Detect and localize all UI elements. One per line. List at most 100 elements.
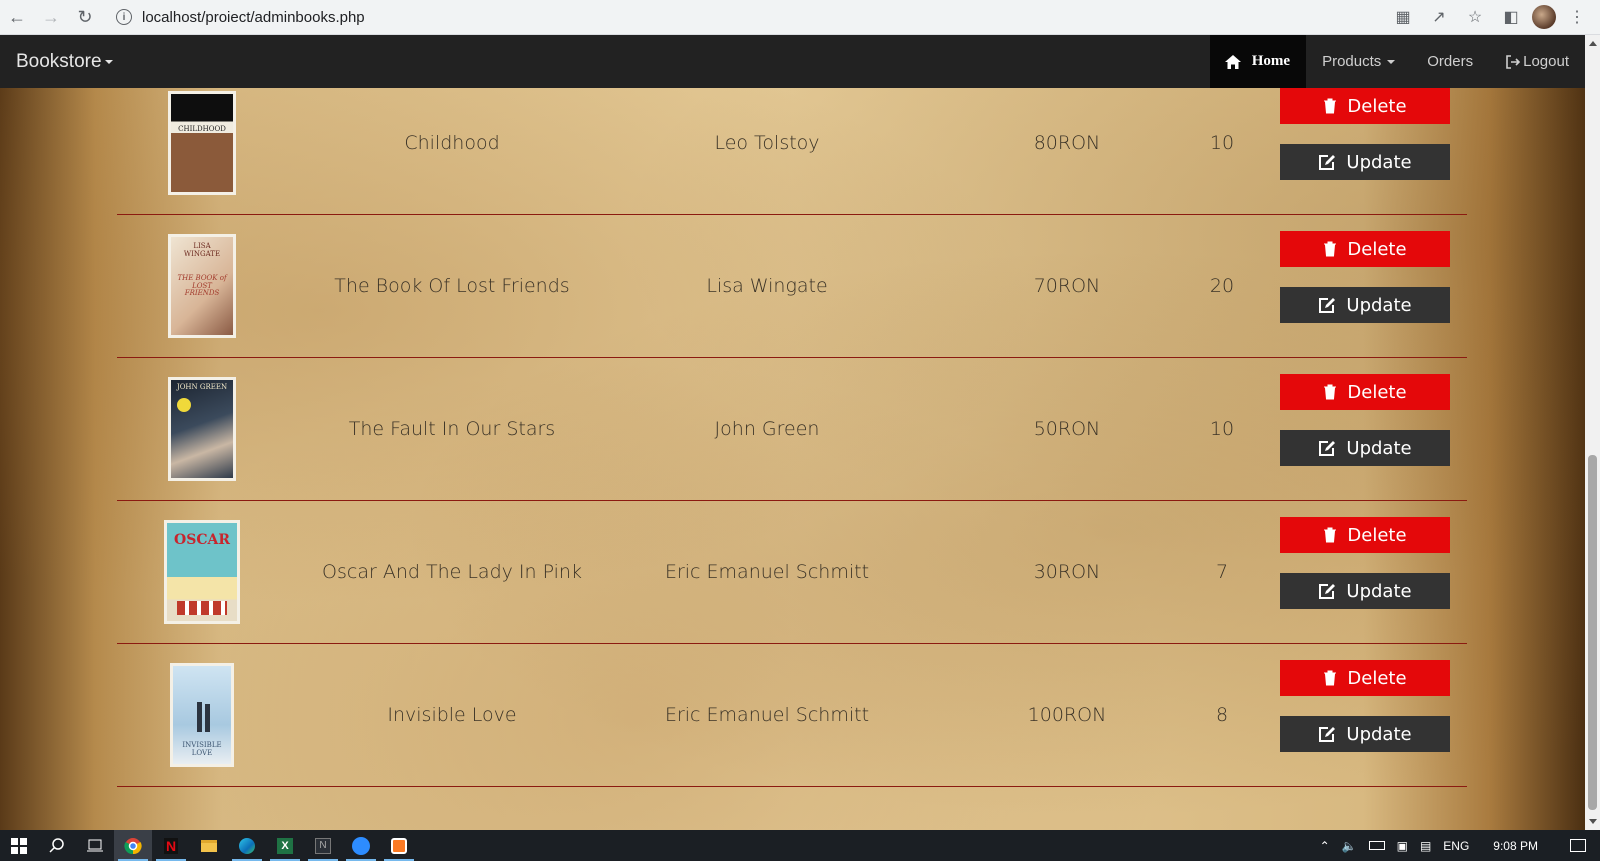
book-author: Leo Tolstoy — [714, 132, 820, 154]
cover-text: CHILDHOOD — [178, 125, 226, 133]
update-button[interactable]: Update — [1280, 287, 1450, 323]
system-tray: ⌃ 🔈 ▣ ▤ ENG 9:08 PM — [1320, 839, 1600, 853]
edge-icon[interactable] — [228, 830, 266, 861]
scroll-down-icon[interactable] — [1589, 819, 1597, 824]
book-title: The Book Of Lost Friends — [334, 275, 570, 297]
forward-icon[interactable]: → — [34, 2, 68, 32]
share-icon[interactable]: ↗ — [1424, 2, 1454, 32]
chevron-up-icon[interactable]: ⌃ — [1320, 839, 1330, 853]
book-quantity: 7 — [1215, 561, 1229, 583]
table-row: JOHN GREEN The Fault In Our Stars John G… — [117, 358, 1467, 501]
edit-icon — [1319, 441, 1336, 456]
cover-text: JOHN GREEN — [176, 383, 228, 391]
book-quantity: 8 — [1215, 704, 1229, 726]
update-label: Update — [1346, 723, 1412, 745]
translate-icon[interactable]: ▦ — [1388, 2, 1418, 32]
delete-button[interactable]: Delete — [1280, 231, 1450, 267]
nav-logout-label: Logout — [1523, 53, 1569, 70]
netbeans-icon[interactable]: N — [304, 830, 342, 861]
meet-now-icon[interactable]: ▣ — [1397, 839, 1408, 853]
browser-toolbar: ← → ↻ i localhost/proiect/adminbooks.php… — [0, 0, 1600, 35]
trash-icon — [1324, 241, 1337, 257]
zoom-icon[interactable] — [342, 830, 380, 861]
nav-home[interactable]: Home — [1209, 35, 1307, 88]
excel-icon[interactable]: X — [266, 830, 304, 861]
scroll-thumb[interactable] — [1588, 455, 1597, 810]
book-author: Eric Emanuel Schmitt — [664, 704, 870, 726]
book-price: 100RON — [1027, 704, 1107, 726]
site-info-icon[interactable]: i — [116, 9, 132, 25]
book-price: 70RON — [1033, 275, 1101, 297]
volume-icon[interactable]: 🔈 — [1342, 839, 1357, 853]
book-title: Childhood — [404, 132, 500, 154]
book-title: The Fault In Our Stars — [348, 418, 556, 440]
language-indicator[interactable]: ENG — [1443, 839, 1469, 853]
nav-home-label: Home — [1251, 53, 1291, 69]
search-icon[interactable] — [38, 830, 76, 861]
books-table: CHILDHOOD Childhood Leo Tolstoy 80RON 10… — [0, 88, 1585, 830]
book-price: 80RON — [1033, 132, 1101, 154]
table-row: LISA WINGATE THE BOOK of LOST FRIENDS Th… — [117, 215, 1467, 358]
logout-icon — [1506, 54, 1521, 69]
nav-orders[interactable]: Orders — [1411, 35, 1489, 88]
address-bar[interactable]: i localhost/proiect/adminbooks.php — [108, 3, 1358, 31]
side-panel-icon[interactable]: ◧ — [1496, 2, 1526, 32]
book-cover-image: INVISIBLE LOVE — [170, 663, 234, 767]
delete-label: Delete — [1347, 381, 1407, 403]
update-label: Update — [1346, 580, 1412, 602]
trash-icon — [1324, 384, 1337, 400]
notifications-icon[interactable] — [1570, 839, 1586, 852]
delete-button[interactable]: Delete — [1280, 374, 1450, 410]
bookmark-star-icon[interactable]: ☆ — [1460, 2, 1490, 32]
book-cover-image: JOHN GREEN — [168, 377, 236, 481]
update-button[interactable]: Update — [1280, 716, 1450, 752]
cover-author-text: LISA WINGATE — [183, 242, 221, 258]
cover-title-text: THE BOOK of LOST FRIENDS — [177, 274, 227, 298]
table-row: CHILDHOOD Childhood Leo Tolstoy 80RON 10… — [117, 88, 1467, 215]
book-price: 30RON — [1033, 561, 1101, 583]
battery-icon[interactable] — [1368, 841, 1385, 850]
delete-button[interactable]: Delete — [1280, 660, 1450, 696]
delete-button[interactable]: Delete — [1280, 517, 1450, 553]
book-quantity: 10 — [1209, 418, 1235, 440]
book-price: 50RON — [1033, 418, 1101, 440]
update-button[interactable]: Update — [1280, 144, 1450, 180]
book-quantity: 20 — [1209, 275, 1235, 297]
brand-dropdown[interactable]: Bookstore — [0, 51, 113, 73]
cover-text: OSCAR — [174, 532, 230, 548]
delete-label: Delete — [1347, 95, 1407, 117]
clock[interactable]: 9:08 PM — [1493, 839, 1538, 853]
book-cover-image: LISA WINGATE THE BOOK of LOST FRIENDS — [168, 234, 236, 338]
file-explorer-icon[interactable] — [190, 830, 228, 861]
profile-avatar[interactable] — [1532, 5, 1556, 29]
trash-icon — [1324, 98, 1337, 114]
scroll-up-icon[interactable] — [1589, 41, 1597, 46]
page-scrollbar[interactable] — [1585, 35, 1600, 830]
chrome-icon[interactable] — [114, 830, 152, 861]
url-text: localhost/proiect/adminbooks.php — [142, 8, 365, 26]
back-icon[interactable]: ← — [0, 2, 34, 32]
nav-products[interactable]: Products — [1306, 35, 1411, 88]
reload-icon[interactable]: ↻ — [68, 2, 102, 32]
network-icon[interactable]: ▤ — [1420, 839, 1431, 853]
update-label: Update — [1346, 437, 1412, 459]
edit-icon — [1319, 584, 1336, 599]
task-view-icon[interactable] — [76, 830, 114, 861]
site-navbar: Bookstore Home Products Orders Logout — [0, 35, 1585, 88]
table-row: OSCAR Oscar And The Lady In Pink Eric Em… — [117, 501, 1467, 644]
netflix-icon[interactable]: N — [152, 830, 190, 861]
update-button[interactable]: Update — [1280, 573, 1450, 609]
book-cover-image: CHILDHOOD — [168, 91, 236, 195]
delete-button[interactable]: Delete — [1280, 88, 1450, 124]
nav-logout[interactable]: Logout — [1489, 35, 1585, 88]
windows-start-icon[interactable] — [0, 830, 38, 861]
chevron-down-icon — [104, 59, 113, 64]
xampp-icon[interactable] — [380, 830, 418, 861]
nav-orders-label: Orders — [1427, 53, 1474, 70]
edit-icon — [1319, 727, 1336, 742]
menu-kebab-icon[interactable]: ⋮ — [1562, 2, 1592, 32]
book-author: Lisa Wingate — [706, 275, 828, 297]
book-quantity: 10 — [1209, 132, 1235, 154]
update-button[interactable]: Update — [1280, 430, 1450, 466]
trash-icon — [1324, 527, 1337, 543]
